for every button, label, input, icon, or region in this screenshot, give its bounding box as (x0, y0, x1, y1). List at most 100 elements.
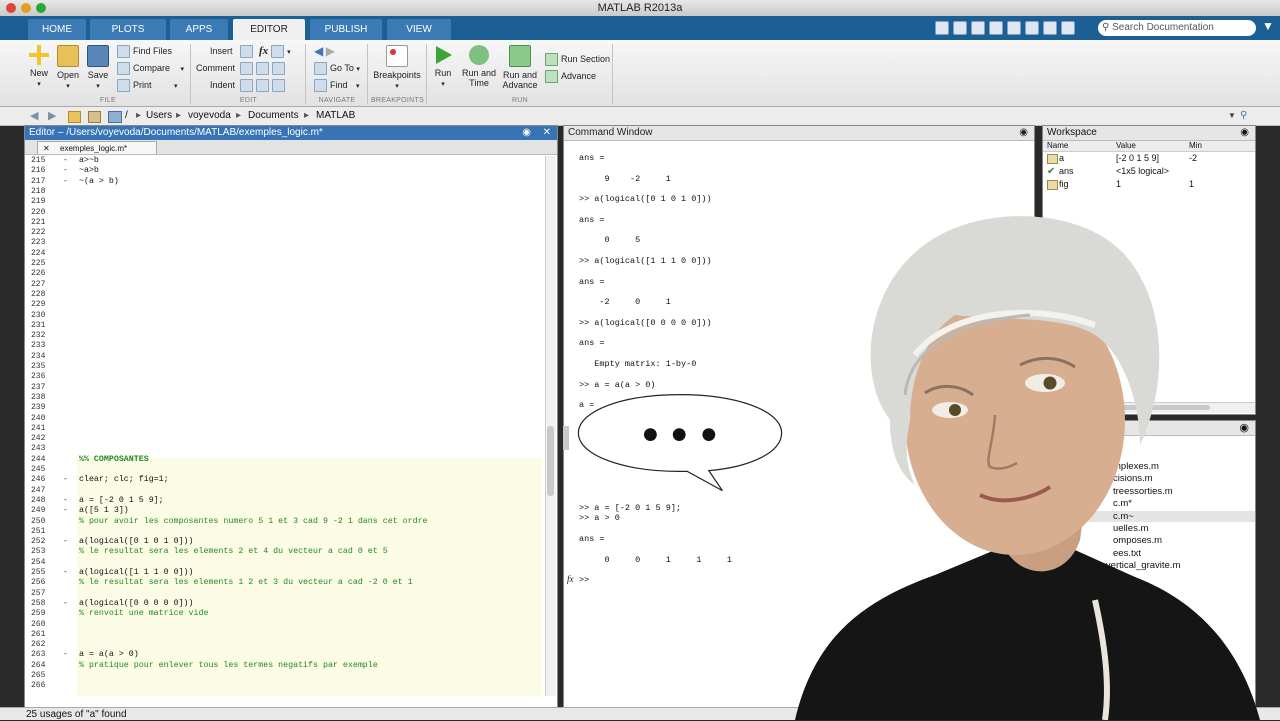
increase-indent-icon[interactable] (256, 79, 269, 93)
comment-icon[interactable] (240, 62, 253, 76)
insert-cell-icon[interactable] (271, 45, 285, 59)
toolbar-save-icon[interactable] (935, 21, 949, 35)
command-prompt-line[interactable]: >> (579, 575, 589, 585)
zoom-window-button[interactable] (36, 3, 46, 13)
line-number[interactable]: 243 (31, 444, 71, 454)
line-number[interactable]: 259 (31, 609, 71, 619)
path-segment[interactable]: Users (146, 107, 172, 125)
up-folder-icon[interactable] (68, 111, 81, 123)
workspace-row[interactable]: fig 1 1 (1043, 178, 1255, 190)
line-number[interactable]: 236 (31, 372, 71, 382)
cell-header[interactable]: %% COMPOSANTES (79, 455, 149, 465)
path-segment[interactable]: MATLAB (316, 107, 355, 125)
line-number[interactable]: 231 (31, 321, 71, 331)
line-number[interactable]: 233 (31, 341, 71, 351)
code-line[interactable]: ~(a > b) (79, 177, 119, 187)
code-line[interactable]: a([5 1 3]) (79, 506, 129, 516)
line-number[interactable]: 255- (31, 568, 71, 578)
editor-file-tab[interactable]: ✕ exemples_logic.m* (37, 141, 157, 154)
tab-home[interactable]: HOME (28, 19, 86, 40)
search-documentation-input[interactable]: ⚲ Search Documentation (1098, 20, 1256, 36)
code-comment[interactable]: % pour avoir les composantes numero 5 1 … (79, 517, 428, 527)
code-line[interactable]: a = [-2 0 1 5 9]; (79, 496, 164, 506)
tab-apps[interactable]: APPS (170, 19, 228, 40)
line-number[interactable]: 232 (31, 331, 71, 341)
line-number[interactable]: 230 (31, 311, 71, 321)
code-line[interactable]: ~a>b (79, 166, 99, 176)
command-window-options-icon[interactable]: ◉ (1019, 126, 1028, 140)
line-number[interactable]: 220 (31, 208, 71, 218)
toolbar-help-icon[interactable] (1061, 21, 1075, 35)
code-line[interactable]: a = a(a > 0) (79, 650, 139, 660)
insert-button[interactable]: Insert (210, 45, 233, 57)
toolbar-copy-icon[interactable] (971, 21, 985, 35)
run-button[interactable]: Run ▾ (432, 45, 454, 90)
code-area[interactable]: 215-216-217-218 219 220 221 222 223 224 225 226 2… (25, 156, 545, 696)
print-button[interactable]: Print ▾ (117, 79, 178, 93)
line-number[interactable]: 221 (31, 218, 71, 228)
go-to-button[interactable]: Go To ▾ (314, 62, 360, 76)
line-number[interactable]: 247 (31, 486, 71, 496)
line-number[interactable]: 244 (31, 455, 71, 465)
code-line[interactable]: clear; clc; fig=1; (79, 475, 169, 485)
code-comment[interactable]: % pratique pour enlever tous les termes … (79, 661, 378, 671)
code-comment[interactable]: % renvoit une matrice vide (79, 609, 208, 619)
line-number[interactable]: 245 (31, 465, 71, 475)
workspace-options-icon[interactable]: ◉ (1240, 126, 1249, 140)
code-comment[interactable]: % le resultat sera les elements 2 et 4 d… (79, 547, 388, 557)
tab-publish[interactable]: PUBLISH (310, 19, 382, 40)
code-line[interactable]: a>~b (79, 156, 99, 166)
browse-folder-icon[interactable] (88, 111, 101, 123)
function-browser-icon[interactable]: fx (567, 574, 574, 584)
line-number[interactable]: 229 (31, 300, 71, 310)
path-segment[interactable]: Documents (248, 107, 299, 125)
line-number[interactable]: 241 (31, 424, 71, 434)
tab-plots[interactable]: PLOTS (90, 19, 166, 40)
tab-close-icon[interactable]: ✕ (43, 142, 50, 155)
minimize-window-button[interactable] (21, 3, 31, 13)
toolbar-switch-windows-icon[interactable] (1043, 21, 1057, 35)
column-header-min[interactable]: Min (1189, 141, 1202, 151)
run-and-time-button[interactable]: Run and Time (460, 45, 498, 88)
editor-options-icon[interactable]: ◉ (522, 126, 531, 140)
save-button[interactable]: Save ▾ (87, 45, 109, 92)
find-files-button[interactable]: Find Files (117, 45, 172, 59)
line-number[interactable]: 264 (31, 661, 71, 671)
code-line[interactable]: a(logical([0 0 0 0 0])) (79, 599, 194, 609)
line-number[interactable]: 227 (31, 280, 71, 290)
path-segment[interactable]: / (125, 107, 128, 125)
line-number[interactable]: 239 (31, 403, 71, 413)
line-number[interactable]: 257 (31, 589, 71, 599)
line-number[interactable]: 258- (31, 599, 71, 609)
line-number[interactable]: 222 (31, 228, 71, 238)
workspace-row[interactable]: ✔ ans <1x5 logical> (1043, 165, 1255, 177)
column-header-value[interactable]: Value (1116, 141, 1136, 151)
decrease-indent-icon[interactable] (272, 79, 285, 93)
line-number[interactable]: 237 (31, 383, 71, 393)
line-number[interactable]: 256 (31, 578, 71, 588)
code-line[interactable]: a(logical([1 1 1 0 0])) (79, 568, 194, 578)
line-number[interactable]: 248- (31, 496, 71, 506)
insert-function-icon[interactable]: fx (259, 45, 268, 57)
advance-button[interactable]: Advance (545, 70, 596, 84)
comment-button[interactable]: Comment (196, 62, 235, 74)
compare-button[interactable]: Compare ▾ (117, 62, 184, 76)
forward-icon[interactable]: ▶ (48, 107, 56, 125)
new-button[interactable]: New ▾ (28, 45, 50, 90)
uncomment-icon[interactable] (256, 62, 269, 76)
line-number[interactable]: 217- (31, 177, 71, 187)
line-number[interactable]: 246- (31, 475, 71, 485)
line-number[interactable]: 238 (31, 393, 71, 403)
close-window-button[interactable] (6, 3, 16, 13)
run-and-advance-button[interactable]: Run and Advance (500, 45, 540, 90)
line-number[interactable]: 265 (31, 671, 71, 681)
line-number[interactable]: 266 (31, 681, 71, 691)
line-number[interactable]: 260 (31, 620, 71, 630)
line-number[interactable]: 234 (31, 352, 71, 362)
tab-view[interactable]: VIEW (387, 19, 451, 40)
toolbar-cut-icon[interactable] (953, 21, 967, 35)
code-line[interactable]: a(logical([0 1 0 1 0])) (79, 537, 194, 547)
line-number[interactable]: 215- (31, 156, 71, 166)
line-number[interactable]: 262 (31, 640, 71, 650)
workspace-row[interactable]: a [-2 0 1 5 9] -2 (1043, 152, 1255, 164)
